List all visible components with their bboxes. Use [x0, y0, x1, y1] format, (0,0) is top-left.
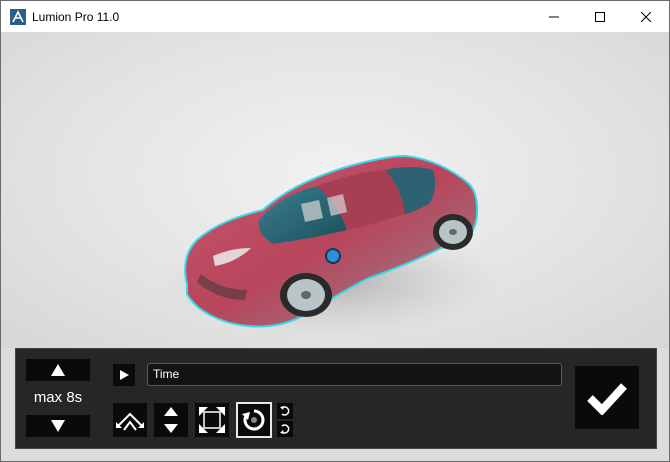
effect-control-panel: max 8s Time [15, 348, 657, 449]
window-title: Lumion Pro 11.0 [32, 9, 120, 24]
rotate-clockwise-button[interactable] [277, 403, 293, 419]
rotate-direction-stack [277, 403, 293, 437]
rotate-cw-small-icon [280, 406, 290, 416]
minimize-icon [549, 16, 559, 17]
close-button[interactable] [623, 1, 669, 32]
close-icon [641, 11, 651, 22]
move-arrows-icon [116, 412, 144, 431]
minimize-button[interactable] [531, 1, 577, 32]
duration-decrease-button[interactable] [26, 415, 90, 437]
car-model[interactable] [1, 32, 669, 348]
rotate-icon [242, 409, 265, 431]
up-down-arrows-icon [164, 407, 178, 433]
object-move-handle[interactable] [325, 248, 341, 264]
window-controls [531, 1, 669, 32]
app-window: Lumion Pro 11.0 max 8s Time [0, 0, 670, 462]
move-vertical-button[interactable] [154, 403, 188, 437]
time-field[interactable]: Time [147, 363, 562, 386]
rotate-button[interactable] [236, 402, 272, 438]
play-button[interactable] [113, 364, 135, 386]
expand-corners-icon [199, 407, 225, 433]
confirm-button[interactable] [575, 366, 639, 429]
maximize-button[interactable] [577, 1, 623, 32]
triangle-up-icon [51, 364, 65, 376]
lumion-logo-icon [10, 8, 26, 25]
title-bar: Lumion Pro 11.0 [1, 1, 669, 32]
rotate-ccw-small-icon [280, 424, 290, 434]
maximize-icon [595, 11, 605, 22]
duration-label: max 8s [33, 389, 83, 406]
front-wheel [280, 273, 332, 317]
play-icon [119, 370, 129, 380]
move-horizontal-button[interactable] [113, 403, 147, 437]
scene-viewport[interactable] [1, 32, 669, 348]
rear-wheel [433, 214, 473, 250]
checkmark-icon [587, 382, 627, 415]
duration-increase-button[interactable] [26, 359, 90, 381]
rotate-counterclockwise-button[interactable] [277, 421, 293, 437]
triangle-down-icon [51, 420, 65, 432]
scale-button[interactable] [195, 403, 229, 437]
